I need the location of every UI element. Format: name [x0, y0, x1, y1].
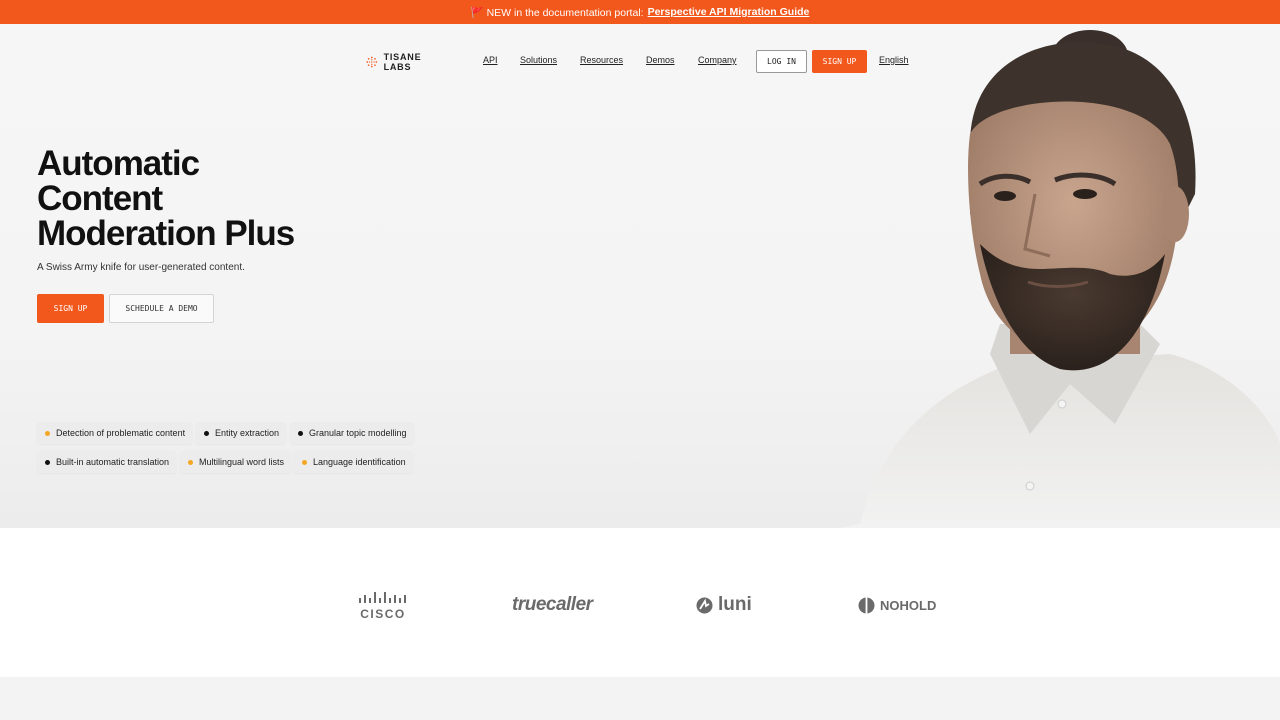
luni-logo-icon	[696, 597, 713, 613]
hero-section: TISANE LABS API Solutions Resources Demo…	[0, 24, 1280, 528]
cisco-logo-icon: CISCO	[359, 592, 406, 621]
hero-subhead: A Swiss Army knife for user-generated co…	[37, 262, 245, 273]
client-logo-cisco: CISCO	[358, 591, 410, 621]
bullet-dot-icon	[302, 459, 307, 465]
bullet-dot-icon	[45, 430, 50, 436]
login-button[interactable]: LOG IN	[756, 50, 807, 73]
bullet-dot-icon	[298, 430, 303, 436]
client-name: NOHOLD	[880, 598, 937, 613]
feature-label: Detection of problematic content	[56, 428, 186, 438]
feature-chip: Entity extraction	[196, 422, 287, 444]
headline-line-3: Moderation Plus	[37, 214, 295, 253]
schedule-demo-button[interactable]: SCHEDULE A DEMO	[109, 294, 214, 323]
banner-text: 🚩 NEW in the documentation portal:	[470, 6, 644, 19]
nav-link-company[interactable]: Company	[698, 55, 737, 65]
headline-line-1: Automatic	[37, 144, 200, 183]
tisane-logo-icon	[366, 56, 378, 68]
nav-link-resources[interactable]: Resources	[580, 55, 623, 65]
client-name: CISCO	[360, 607, 406, 621]
client-logo-luni: luni	[696, 594, 752, 616]
banner-link[interactable]: Perspective API Migration Guide	[648, 6, 810, 18]
feature-label: Language identification	[313, 457, 406, 467]
feature-chip: Detection of problematic content	[37, 422, 193, 444]
client-logos-strip: CISCO truecaller luni NOHOLD	[0, 528, 1280, 677]
nav-link-demos[interactable]: Demos	[646, 55, 675, 65]
feature-chip: Language identification	[294, 451, 413, 473]
bullet-dot-icon	[204, 430, 209, 436]
bearded-man-portrait	[840, 30, 1280, 528]
next-section-band	[0, 677, 1280, 720]
announcement-banner: 🚩 NEW in the documentation portal: Persp…	[0, 0, 1280, 24]
bullet-dot-icon	[45, 459, 50, 465]
feature-label: Granular topic modelling	[309, 428, 407, 438]
headline-line-2: Content	[37, 179, 163, 218]
feature-chip: Built-in automatic translation	[37, 451, 177, 473]
language-selector[interactable]: English	[879, 55, 909, 65]
feature-label: Entity extraction	[215, 428, 280, 438]
bullet-dot-icon	[188, 459, 193, 465]
feature-chip: Granular topic modelling	[290, 422, 414, 444]
nav-link-solutions[interactable]: Solutions	[520, 55, 557, 65]
client-logo-nohold: NOHOLD	[858, 597, 936, 614]
nav-link-api[interactable]: API	[483, 55, 498, 65]
brand-logo[interactable]: TISANE LABS	[366, 52, 428, 72]
nav-signup-button[interactable]: SIGN UP	[812, 50, 867, 73]
client-logo-truecaller: truecaller	[512, 594, 593, 616]
hero-headline: Automatic Content Moderation Plus	[37, 146, 337, 251]
brand-name: TISANE LABS	[383, 52, 422, 72]
hero-signup-button[interactable]: SIGN UP	[37, 294, 104, 323]
feature-label: Multilingual word lists	[199, 457, 285, 467]
client-name: luni	[718, 594, 752, 615]
feature-label: Built-in automatic translation	[56, 457, 170, 467]
client-name: truecaller	[512, 594, 593, 615]
feature-chip: Multilingual word lists	[180, 451, 292, 473]
nohold-logo-icon	[858, 597, 875, 614]
